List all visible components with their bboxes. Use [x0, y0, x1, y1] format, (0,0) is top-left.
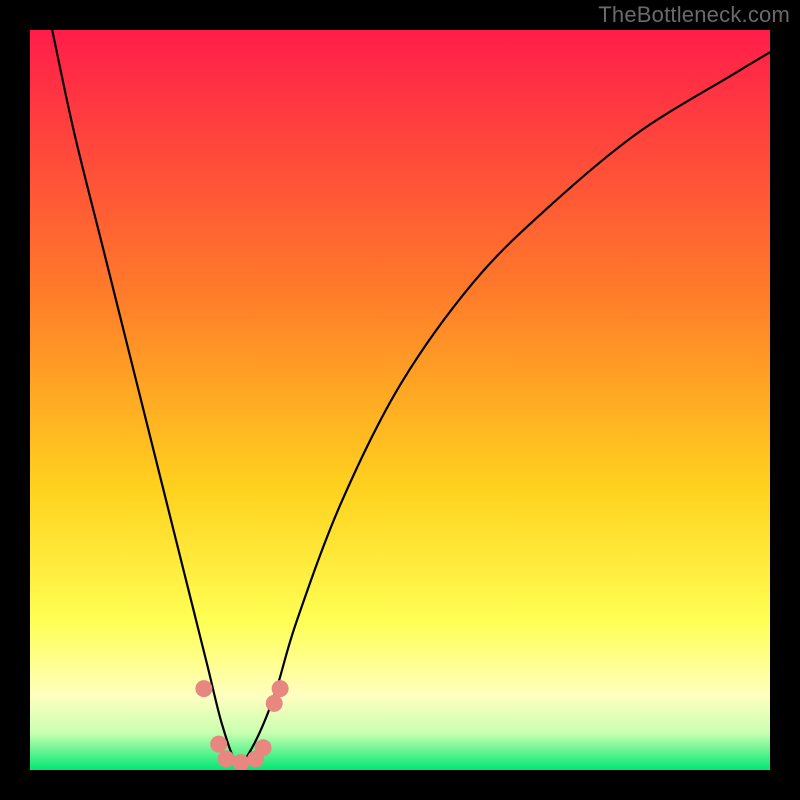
data-marker — [195, 680, 212, 697]
data-marker — [255, 739, 272, 756]
data-marker — [266, 695, 283, 712]
watermark-text: TheBottleneck.com — [598, 2, 790, 28]
curve-layer — [30, 30, 770, 770]
outer-frame: TheBottleneck.com — [0, 0, 800, 800]
plot-area — [30, 30, 770, 770]
data-marker — [272, 680, 289, 697]
data-marker — [218, 750, 235, 767]
bottleneck-curve — [52, 30, 770, 764]
data-marker — [210, 736, 227, 753]
data-markers — [195, 680, 288, 770]
